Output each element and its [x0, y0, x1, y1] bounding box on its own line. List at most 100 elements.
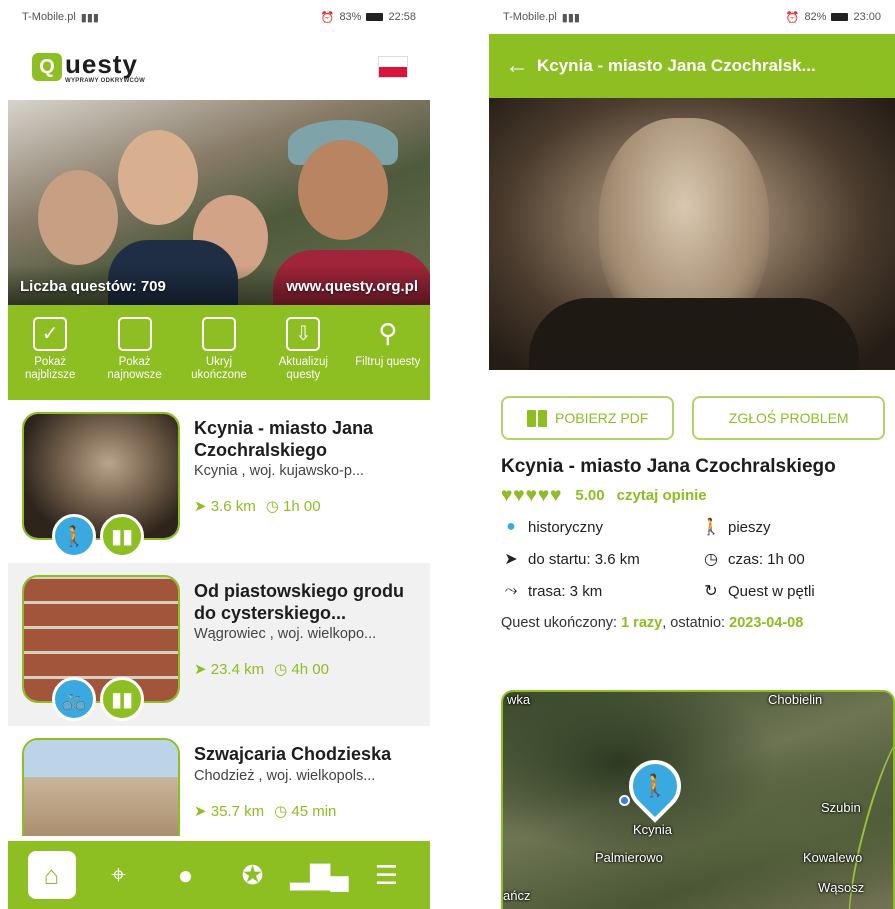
quest-time: 45 min	[291, 802, 337, 820]
quest-cover-photo	[489, 98, 895, 370]
map-label: Chobielin	[768, 692, 823, 707]
show-newest-button[interactable]: Pokaż najnowsze	[96, 317, 174, 382]
walker-icon: 🚶	[701, 519, 721, 536]
map-label: ańcz	[503, 888, 531, 903]
update-quests-button[interactable]: ⇩ Aktualizuj questy	[264, 317, 342, 382]
signal-icon: ▮▮▮	[561, 11, 580, 24]
quest-mode: pieszy	[728, 518, 771, 536]
bicycle-icon: 🚲	[52, 677, 96, 721]
profile-icon[interactable]: ●	[162, 851, 210, 899]
logo-mark: Q	[32, 53, 62, 81]
navigation-arrow-icon: ➤	[194, 802, 207, 820]
navigation-arrow-icon: ➤	[504, 551, 518, 568]
phone-quest-list: T-Mobile.pl ▮▮▮ ⏰ 83% 22:58 Q uesty WYPRAWY…	[8, 0, 430, 909]
quest-map-marker[interactable]: 🚶	[618, 749, 692, 823]
map-label: Szubin	[821, 800, 861, 815]
hiker-icon: 🚶	[52, 514, 96, 558]
quest-title: Kcynia - miasto Jana Czochralskiego	[194, 418, 374, 460]
quest-detail-title: Kcynia - miasto Jana Czochralskiego	[501, 456, 836, 477]
heart-rating-icons: ♥ ♥ ♥ ♥ ♥	[501, 485, 562, 506]
map-label: Kowalewo	[803, 850, 863, 865]
quest-duration: czas: 1h 00	[728, 550, 805, 568]
map-label: wka	[507, 692, 531, 707]
empty-box-icon	[117, 317, 152, 351]
quest-category: historyczny	[528, 518, 604, 536]
bottom-nav: ⌂ ⌖ ● ✪ ▂▇▄ ☰	[8, 841, 430, 909]
hide-completed-button[interactable]: Ukryj ukończone	[180, 317, 258, 382]
app-bar-title: Kcynia - miasto Jana Czochralsk...	[537, 56, 816, 75]
empty-box-icon	[201, 317, 236, 351]
show-nearest-button[interactable]: ✓ Pokaż najbliższe	[11, 317, 89, 382]
quest-location: Chodzież , woj. wielkopols...	[194, 767, 376, 784]
quest-location: Kcynia , woj. kujawsko-p...	[194, 463, 365, 480]
quest-title: Od piastowskiego grodu do cysterskiego..…	[194, 581, 405, 623]
hero-banner: Liczba questów: 709 www.questy.org.pl	[8, 100, 430, 305]
award-icon[interactable]: ✪	[229, 851, 277, 899]
route-length: trasa: 3 km	[528, 582, 603, 600]
map-pin-icon[interactable]: ⌖	[95, 851, 143, 899]
loop-info: Quest w pętli	[728, 582, 815, 600]
completion-info: Quest ukończony: 1 razy, ostatnio: 2023-…	[501, 615, 804, 631]
quest-card[interactable]: 🚶 ▮▮ Kcynia - miasto Jana Czochralskiego…	[8, 400, 430, 563]
book-icon: ▮▮	[100, 514, 144, 558]
quest-distance: 23.4 km	[210, 661, 265, 679]
phone-quest-detail: T-Mobile.pl ▮▮▮ ⏰ 82% 23:00 ← Kcynia - mias…	[489, 0, 895, 909]
language-flag-button[interactable]	[378, 56, 408, 78]
carrier-label: T-Mobile.pl	[503, 11, 557, 23]
clock: 22:58	[388, 11, 416, 23]
quest-map[interactable]: wka Chobielin Szubin Kcynia Palmierowo K…	[501, 690, 895, 909]
battery-percent: 83%	[339, 11, 362, 23]
clock: 23:00	[853, 11, 881, 23]
download-pdf-button[interactable]: POBIERZ PDF	[501, 396, 675, 440]
map-label: Kcynia	[633, 822, 673, 837]
logo-word: uesty	[65, 48, 138, 79]
app-bar: ← Kcynia - miasto Jana Czochralsk...	[489, 34, 895, 98]
clock-icon: ◷	[265, 498, 279, 516]
website-link[interactable]: www.questy.org.pl	[286, 278, 418, 295]
navigation-arrow-icon: ➤	[194, 498, 207, 516]
status-bar: T-Mobile.pl ▮▮▮ ⏰ 82% 23:00	[489, 0, 895, 34]
clock-icon: ◷	[274, 802, 288, 820]
action-bar: ✓ Pokaż najbliższe Pokaż najnowsze Ukryj…	[8, 305, 430, 400]
distance-to-start: do startu: 3.6 km	[528, 550, 640, 568]
carrier-label: T-Mobile.pl	[22, 11, 76, 23]
quest-distance: 35.7 km	[210, 802, 265, 820]
read-reviews-link[interactable]: czytaj opinie	[617, 487, 707, 504]
quest-thumbnail: 🚶 ▮▮	[22, 412, 180, 558]
download-icon: ⇩	[286, 317, 321, 351]
completion-count: 1 razy	[621, 615, 663, 631]
quest-time: 4h 00	[291, 661, 329, 679]
status-bar: T-Mobile.pl ▮▮▮ ⏰ 83% 22:58	[8, 0, 430, 34]
battery-icon	[366, 13, 384, 21]
questy-logo: Q uesty WYPRAWY ODKRYWCÓW	[32, 51, 145, 84]
quest-thumbnail	[22, 738, 180, 836]
menu-icon[interactable]: ☰	[363, 851, 411, 899]
quest-thumbnail: 🚲 ▮▮	[22, 575, 180, 721]
quest-distance: 3.6 km	[210, 498, 256, 516]
quest-card[interactable]: 🚲 ▮▮ Od piastowskiego grodu do cysterski…	[8, 563, 430, 726]
quest-list: 🚶 ▮▮ Kcynia - miasto Jana Czochralskiego…	[8, 400, 430, 836]
alarm-icon: ⏰	[785, 11, 800, 24]
quest-count: Liczba questów: 709	[20, 278, 166, 295]
report-problem-button[interactable]: ZGŁOŚ PROBLEM	[692, 396, 885, 440]
book-icon: ▮▮	[100, 677, 144, 721]
search-icon: ⚲	[378, 318, 398, 349]
route-icon: ⤳	[504, 582, 518, 599]
checked-box-icon: ✓	[33, 317, 68, 351]
quest-card[interactable]: Szwajcaria Chodzieska Chodzież , woj. wi…	[8, 726, 430, 836]
top-bar: Q uesty WYPRAWY ODKRYWCÓW	[8, 34, 430, 100]
rating-row: ♥ ♥ ♥ ♥ ♥ 5.00 czytaj opinie	[489, 478, 895, 505]
back-arrow-icon[interactable]: ←	[505, 52, 529, 80]
podium-icon[interactable]: ▂▇▄	[290, 851, 348, 899]
loop-icon: ↻	[704, 583, 718, 600]
logo-tagline: WYPRAWY ODKRYWCÓW	[65, 77, 146, 84]
battery-percent: 82%	[804, 11, 827, 23]
user-location-dot	[619, 795, 630, 806]
filter-quests-button[interactable]: ⚲ Filtruj questy	[349, 317, 427, 369]
clock-icon: ◷	[274, 661, 288, 679]
battery-icon	[831, 13, 849, 21]
quest-location: Wągrowiec , woj. wielkopo...	[194, 626, 377, 643]
home-icon[interactable]: ⌂	[27, 851, 76, 899]
map-label: Palmierowo	[595, 850, 663, 865]
clock-icon: ◷	[704, 551, 718, 568]
